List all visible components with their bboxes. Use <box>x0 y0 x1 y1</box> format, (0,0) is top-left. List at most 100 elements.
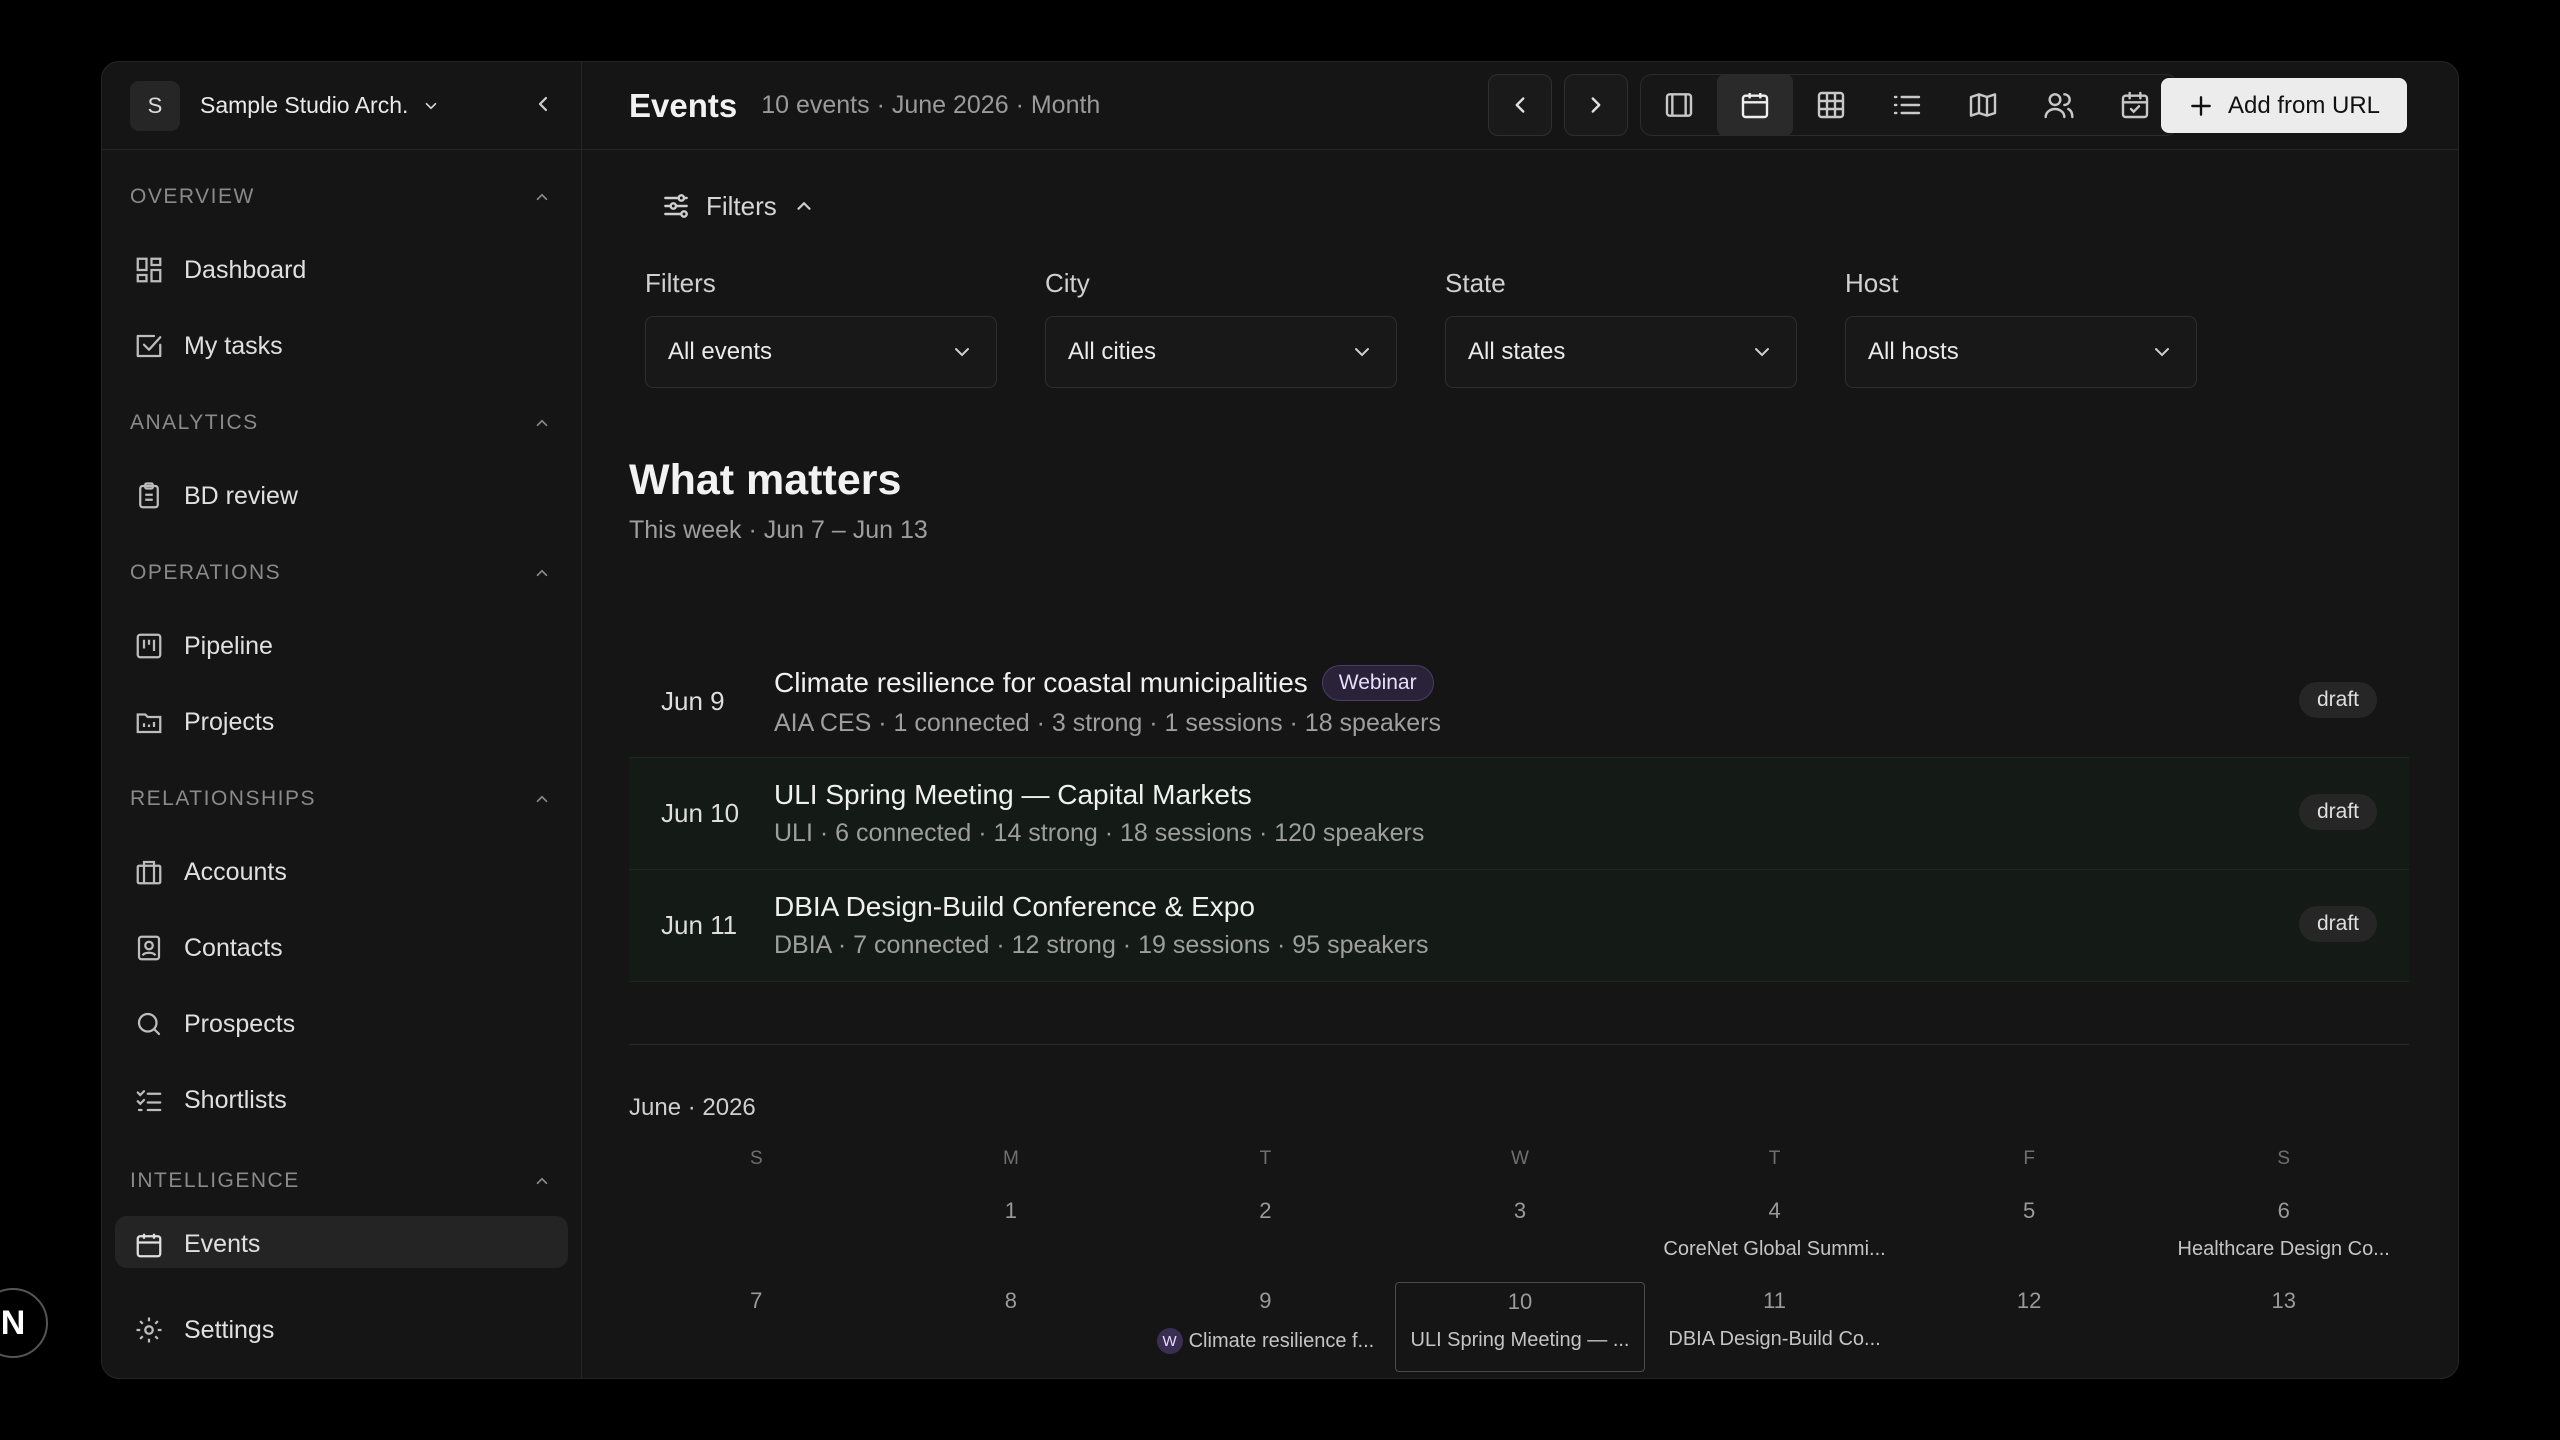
chevron-up-icon <box>533 188 551 212</box>
calendar-event[interactable]: ULI Spring Meeting — ... <box>1396 1329 1645 1352</box>
view-list-button[interactable] <box>1869 74 1945 136</box>
event-title: DBIA Design-Build Conference & Expo <box>774 891 1255 922</box>
section-header[interactable]: ANALYTICS <box>102 388 581 458</box>
view-people-button[interactable] <box>2021 74 2097 136</box>
calendar-day[interactable]: 5 <box>1902 1192 2157 1282</box>
filter-state-select[interactable]: All states <box>1445 316 1797 388</box>
section-title: INTELLIGENCE <box>130 1169 300 1192</box>
filters-toggle[interactable]: Filters <box>660 190 815 222</box>
calendar-day[interactable]: 15 <box>884 1372 1139 1379</box>
collapse-sidebar-icon[interactable] <box>531 92 555 121</box>
chevron-up-icon <box>533 564 551 588</box>
section-header[interactable]: OPERATIONS <box>102 538 581 608</box>
calendar-day <box>629 1192 884 1282</box>
calendar-day[interactable]: 7 <box>629 1282 884 1372</box>
view-map-button[interactable] <box>1945 74 2021 136</box>
event-date: Jun 9 <box>661 686 725 716</box>
sidebar-item-prospects[interactable]: Prospects <box>102 986 581 1062</box>
calendar-day[interactable]: 1 <box>884 1192 1139 1282</box>
sidebar: S Sample Studio Arch. OVERVIEW Dashboard… <box>102 62 582 1378</box>
sidebar-item-my-tasks[interactable]: My tasks <box>102 308 581 384</box>
calendar-day[interactable]: 16NECA Convention & Tr... <box>1138 1372 1393 1378</box>
filter-city-select[interactable]: All cities <box>1045 316 1397 388</box>
workspace-switcher[interactable]: S Sample Studio Arch. <box>102 62 581 150</box>
calendar-event[interactable]: CoreNet Global Summi... <box>1647 1238 1902 1261</box>
sliders-icon <box>664 194 688 218</box>
day-number: 19 <box>1902 1378 2157 1379</box>
calendar-day[interactable]: 18AIA Conference on Ar... <box>1647 1372 1902 1379</box>
section-analytics: ANALYTICS BD review <box>102 388 581 534</box>
sidebar-nav: OVERVIEW Dashboard My tasks ANALYTICS BD… <box>102 150 581 1268</box>
sidebar-item-contacts[interactable]: Contacts <box>102 910 581 986</box>
chevron-right-icon <box>1591 97 1601 113</box>
view-month-button[interactable] <box>1717 74 1793 136</box>
sidebar-item-projects[interactable]: Projects <box>102 684 581 760</box>
grid-icon <box>1817 91 1845 119</box>
plus-icon <box>2191 95 2211 116</box>
calendar-event[interactable]: W Climate resilience f... <box>1138 1328 1393 1354</box>
calendar-day[interactable]: 8 <box>884 1282 1139 1372</box>
page-title: Events <box>629 86 738 124</box>
sidebar-item-pipeline[interactable]: Pipeline <box>102 608 581 684</box>
filter-host-select[interactable]: All hosts <box>1845 316 2197 388</box>
calendar-day[interactable]: 17 <box>1393 1372 1648 1379</box>
filter-events-select[interactable]: All events <box>645 316 997 388</box>
prev-month-button[interactable] <box>1488 74 1552 136</box>
sidebar-item-shortlists[interactable]: Shortlists <box>102 1062 581 1138</box>
users-icon <box>2044 93 2074 119</box>
day-number: 18 <box>1647 1378 1902 1379</box>
what-matters-list: Jun 9 Climate resilience for coastal mun… <box>629 646 2409 982</box>
calendar-day[interactable]: 4 CoreNet Global Summi... <box>1647 1192 1902 1282</box>
event-row[interactable]: Jun 10 ULI Spring Meeting — Capital Mark… <box>629 758 2409 870</box>
event-row[interactable]: Jun 9 Climate resilience for coastal mun… <box>629 646 2409 758</box>
sidebar-item-label: Shortlists <box>184 1085 287 1114</box>
chevron-down-icon <box>1755 348 1769 357</box>
section-header[interactable]: RELATIONSHIPS <box>102 764 581 834</box>
calendar-day[interactable]: 9 W Climate resilience f... <box>1138 1282 1393 1372</box>
section-relationships: RELATIONSHIPS Accounts Contacts Prospect… <box>102 764 581 1138</box>
sidebar-item-settings[interactable]: Settings <box>102 1292 581 1368</box>
what-matters-title: What matters <box>629 456 902 504</box>
calendar-day[interactable]: 6 Healthcare Design Co... <box>2156 1192 2411 1282</box>
next-month-button[interactable] <box>1564 74 1628 136</box>
day-number: 10 <box>1507 1289 1533 1314</box>
day-number: 17 <box>1393 1378 1648 1379</box>
calendar-day[interactable]: 11 DBIA Design-Build Co... <box>1647 1282 1902 1372</box>
status-badge: draft <box>2298 682 2377 718</box>
calendar-icon <box>136 1233 162 1258</box>
sidebar-item-dashboard[interactable]: Dashboard <box>102 232 581 308</box>
page-meta: 10 events · June 2026 · Month <box>761 91 1101 119</box>
calendar-day[interactable]: 3 <box>1393 1192 1648 1282</box>
corner-badge[interactable]: N <box>0 1288 48 1358</box>
view-grid-button[interactable] <box>1793 74 1869 136</box>
add-from-url-button[interactable]: Add from URL <box>2161 78 2407 133</box>
calendar-icon <box>1741 93 1769 119</box>
day-number: 7 <box>750 1288 763 1313</box>
sidebar-item-events[interactable]: Events <box>115 1216 568 1268</box>
section-header[interactable]: INTELLIGENCE <box>102 1146 581 1216</box>
calendar-day[interactable]: 12 <box>1902 1282 2157 1372</box>
calendar-day[interactable]: 2 <box>1138 1192 1393 1282</box>
kanban-icon <box>136 633 162 659</box>
calendar-event[interactable]: DBIA Design-Build Co... <box>1647 1328 1902 1351</box>
sidebar-item-bd-review[interactable]: BD review <box>102 458 581 534</box>
section-header[interactable]: OVERVIEW <box>102 162 581 232</box>
view-panels-button[interactable] <box>1641 74 1717 136</box>
calendar-event-label: Climate resilience f... <box>1188 1329 1375 1352</box>
event-title-line: ULI Spring Meeting — Capital Markets <box>774 779 1424 811</box>
calendar-day[interactable]: 10 ULI Spring Meeting — ... <box>1394 1282 1646 1372</box>
calendar-day[interactable]: 14ICSC RECon — retail &... <box>629 1372 884 1378</box>
search-icon <box>137 1012 161 1036</box>
event-row[interactable]: Jun 11 DBIA Design-Build Conference & Ex… <box>629 870 2409 982</box>
folder-icon <box>136 713 162 734</box>
calendar-day[interactable]: 19 <box>1902 1372 2157 1379</box>
calendar-event[interactable]: Healthcare Design Co... <box>2156 1238 2411 1261</box>
day-number: 5 <box>2023 1198 2036 1223</box>
calendar-day[interactable]: 13 <box>2156 1282 2411 1372</box>
day-number: 1 <box>1004 1198 1017 1223</box>
calendar-day[interactable]: 20 <box>2156 1372 2411 1378</box>
what-matters-subtitle: This week · Jun 7 – Jun 13 <box>629 516 928 544</box>
day-number: 15 <box>884 1378 1139 1379</box>
sidebar-item-accounts[interactable]: Accounts <box>102 834 581 910</box>
calendar-event-label: ULI Spring Meeting — ... <box>1410 1329 1630 1351</box>
